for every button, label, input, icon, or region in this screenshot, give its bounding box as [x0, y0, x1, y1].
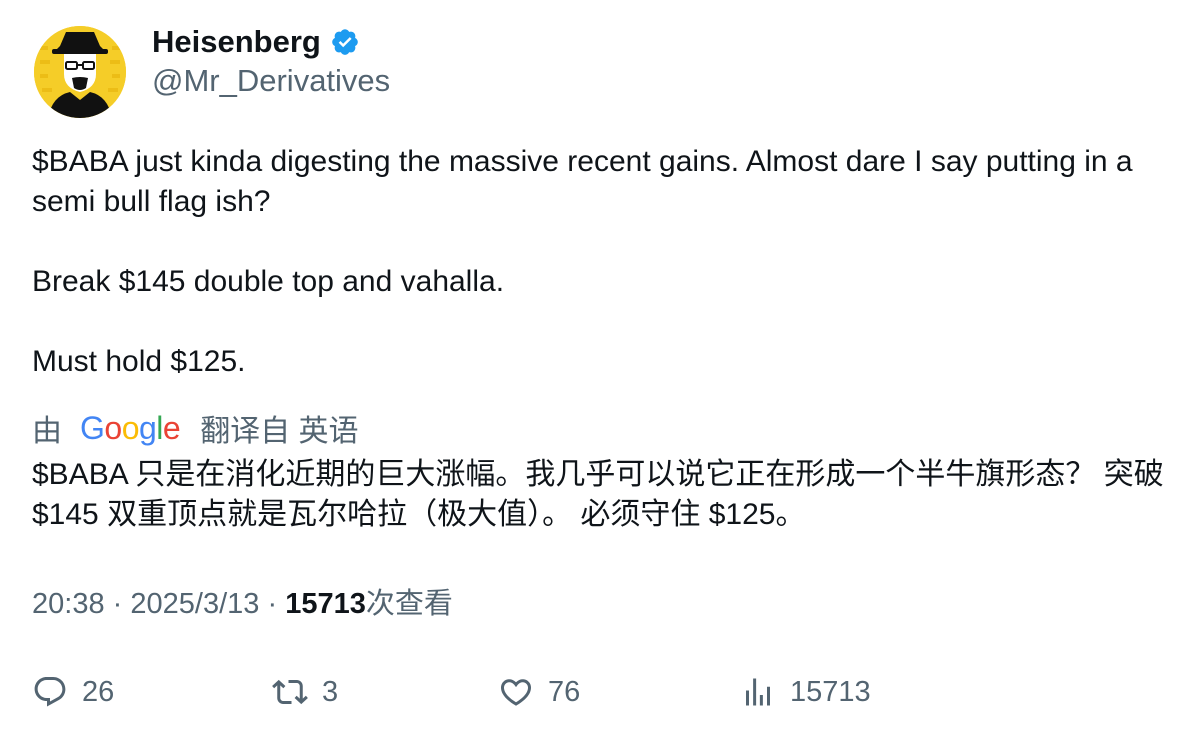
- translation-prefix: 由: [32, 415, 62, 448]
- tweet-date[interactable]: 2025/3/13: [130, 588, 259, 620]
- tweet-time[interactable]: 20:38: [32, 588, 105, 620]
- meta-separator: ·: [112, 588, 123, 620]
- tweet-text: $BABA just kinda digesting the massive r…: [32, 142, 1164, 382]
- heisenberg-avatar: [34, 26, 126, 118]
- retweet-button[interactable]: 3: [272, 672, 338, 712]
- like-button[interactable]: 76: [498, 672, 580, 712]
- retweet-icon: [272, 679, 308, 705]
- meta-separator: ·: [267, 588, 278, 620]
- views-action-count: 15713: [790, 675, 871, 708]
- retweet-count: 3: [322, 675, 339, 708]
- translation-attribution: 由 Google 翻译自 英语: [32, 406, 359, 450]
- tweet-paragraph: Break $145 double top and vahalla.: [32, 265, 505, 298]
- author-display-name[interactable]: Heisenberg: [152, 24, 360, 60]
- tweet-meta: 20:38 · 2025/3/13 · 15713次查看: [32, 584, 453, 624]
- avatar[interactable]: [34, 26, 126, 118]
- verified-badge-icon[interactable]: [330, 27, 360, 57]
- heart-icon: [500, 679, 532, 706]
- views-button[interactable]: 15713: [740, 672, 871, 712]
- tweet-paragraph: $BABA just kinda digesting the massive r…: [32, 145, 1133, 218]
- views-label: 次查看: [365, 588, 453, 620]
- like-count: 76: [548, 675, 581, 708]
- translated-text: $BABA 只是在消化近期的巨大涨幅。我几乎可以说它正在形成一个半牛旗形态？ 突…: [32, 458, 1164, 531]
- reply-icon: [34, 677, 66, 707]
- author-name-text: Heisenberg: [152, 24, 321, 59]
- reply-count: 26: [82, 675, 115, 708]
- google-logo: Google: [80, 409, 181, 446]
- analytics-icon: [746, 678, 770, 706]
- reply-button[interactable]: 26: [32, 672, 114, 712]
- tweet-paragraph: Must hold $125.: [32, 345, 246, 378]
- author-handle[interactable]: @Mr_Derivatives: [152, 63, 390, 99]
- views-count: 15713: [285, 588, 366, 620]
- translated-from-link[interactable]: 翻译自 英语: [200, 406, 358, 450]
